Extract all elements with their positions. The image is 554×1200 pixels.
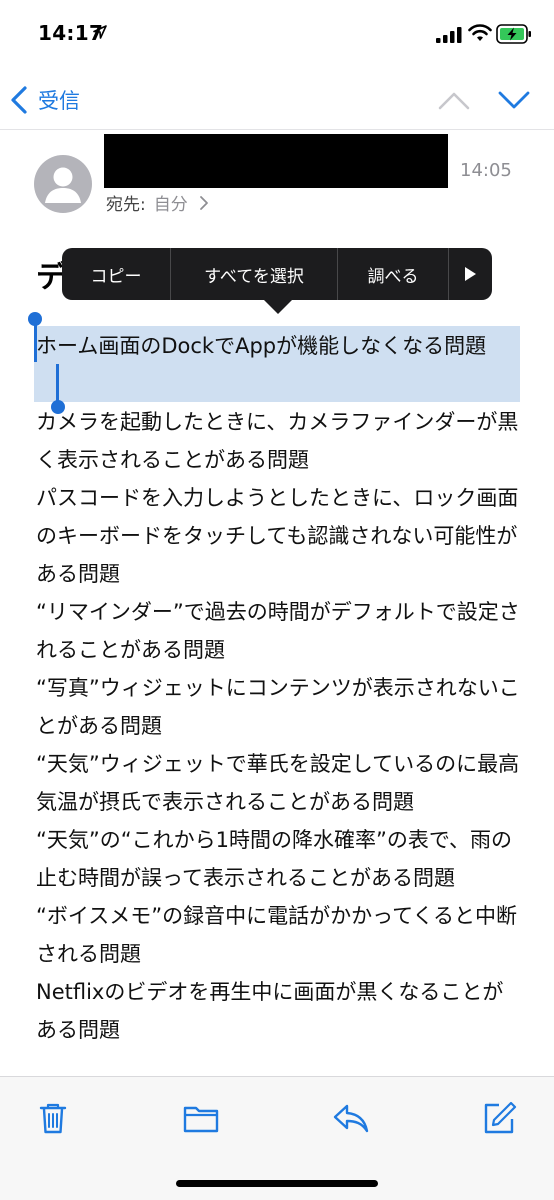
look-up-menu-item[interactable]: 調べる <box>338 248 448 300</box>
recipient-line[interactable]: 宛先: 自分 <box>106 190 210 215</box>
body-line-4: “写真”ウィジェットにコンテンツが表示されないことがある問題 <box>36 676 520 738</box>
chevron-right-icon <box>199 195 208 210</box>
next-message-chevron-down-icon[interactable] <box>496 86 532 114</box>
home-indicator <box>176 1180 378 1187</box>
sender-avatar[interactable] <box>34 155 92 213</box>
more-menu-item[interactable] <box>449 248 491 300</box>
wifi-icon <box>468 24 492 41</box>
location-arrow-icon <box>93 25 107 39</box>
cellular-signal-icon <box>436 27 462 43</box>
to-label: 宛先: <box>106 195 146 215</box>
body-line-8: Netflixのビデオを再生中に画面が黒くなることがある問題 <box>36 980 504 1042</box>
navigation-bar: 受信 <box>0 70 554 130</box>
back-label: 受信 <box>38 89 80 113</box>
selected-text: ホーム画面のDockでAppが機能しなくなる問題 <box>36 334 487 358</box>
play-triangle-icon <box>465 267 476 281</box>
menu-pointer <box>264 300 292 314</box>
body-line-5: “天気”ウィジェットで華氏を設定しているのに最高気温が摂氏で表示されることがある… <box>36 752 520 814</box>
back-button[interactable]: 受信 <box>8 80 80 120</box>
to-value: 自分 <box>153 195 188 215</box>
body-line-1: カメラを起動したときに、カメラファインダーが黒く表示されることがある問題 <box>36 410 519 472</box>
body-line-3: “リマインダー”で過去の時間がデフォルトで設定されることがある問題 <box>36 600 520 662</box>
copy-menu-item[interactable]: コピー <box>62 248 170 300</box>
previous-message-chevron-up-icon[interactable] <box>436 86 472 114</box>
folder-icon[interactable] <box>182 1099 220 1137</box>
compose-icon[interactable] <box>480 1099 518 1137</box>
redacted-sender-name <box>104 134 448 188</box>
message-body[interactable]: ホーム画面のDockでAppが機能しなくなる問題 カメラを起動したときに、カメラ… <box>36 327 522 1049</box>
body-line-7: “ボイスメモ”の録音中に電話がかかってくると中断される問題 <box>36 904 518 966</box>
status-bar: 14:17 <box>0 0 554 70</box>
trash-icon[interactable] <box>34 1099 72 1137</box>
reply-icon[interactable] <box>332 1099 370 1137</box>
body-line-2: パスコードを入力しようとしたときに、ロック画面のキーボードをタッチしても認識され… <box>36 486 519 586</box>
person-icon <box>45 167 81 203</box>
battery-charging-icon <box>496 24 531 44</box>
selection-end-handle[interactable] <box>51 400 65 414</box>
chevron-left-icon <box>11 86 27 114</box>
body-line-6: “天気”の“これから1時間の降水確率”の表で、雨の止む時間が誤って表示されること… <box>36 828 513 890</box>
edit-context-menu: コピー すべてを選択 調べる <box>62 248 492 300</box>
select-all-menu-item[interactable]: すべてを選択 <box>171 248 337 300</box>
message-time: 14:05 <box>460 160 512 181</box>
